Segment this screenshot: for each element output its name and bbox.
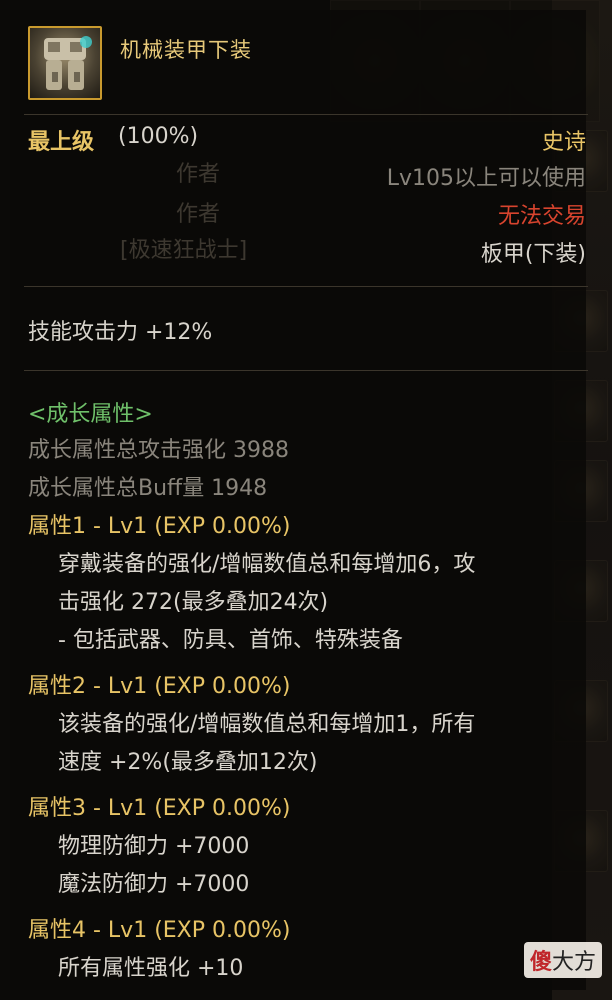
attribute-title: 属性4 - Lv1 (EXP 0.00%) (28, 918, 291, 943)
item-name: 机械装甲下装 (120, 38, 252, 62)
attribute-line: - 包括武器、防具、首饰、特殊装备 (58, 628, 403, 653)
item-type: 板甲(下装) (480, 242, 586, 267)
divider (24, 286, 588, 287)
attribute-line: 所有属性强化 +10 (58, 956, 244, 981)
grade-percent: (100%) (118, 124, 199, 149)
ghost-text: [极速狂战士] (120, 238, 248, 263)
item-tooltip: 机械装甲下装 最上级 (100%) 史诗 作者 作者 [极速狂战士] Lv105… (0, 0, 612, 1000)
growth-total-attack: 成长属性总攻击强化 3988 (28, 438, 289, 463)
attribute-line: 物理防御力 +7000 (58, 834, 250, 859)
attribute-line: 该装备的强化/增幅数值总和每增加1，所有 (58, 712, 476, 737)
grade-label: 最上级 (28, 130, 95, 155)
trade-status: 无法交易 (497, 204, 586, 229)
attribute-title: 属性1 - Lv1 (EXP 0.00%) (28, 514, 291, 539)
ghost-text: 作者 (176, 202, 221, 227)
attribute-line: 穿戴装备的强化/增幅数值总和每增加6，攻 (58, 552, 476, 577)
skill-attack-stat: 技能攻击力 +12% (28, 320, 213, 345)
attribute-title: 属性3 - Lv1 (EXP 0.00%) (28, 796, 291, 821)
level-requirement: Lv105以上可以使用 (386, 166, 586, 191)
armor-pants-icon (28, 26, 102, 100)
rarity-label: 史诗 (541, 130, 586, 155)
divider (24, 114, 588, 115)
divider (24, 370, 588, 371)
attribute-line: 击强化 272(最多叠加24次) (58, 590, 329, 615)
growth-header: <成长属性> (28, 402, 153, 427)
attribute-line: 魔法防御力 +7000 (58, 872, 250, 897)
attribute-title: 属性2 - Lv1 (EXP 0.00%) (28, 674, 291, 699)
ghost-text: 作者 (176, 162, 221, 187)
watermark-logo: 傻大方 (523, 942, 602, 978)
attribute-line: 速度 +2%(最多叠加12次) (58, 750, 318, 775)
growth-total-buff: 成长属性总Buff量 1948 (28, 476, 268, 501)
